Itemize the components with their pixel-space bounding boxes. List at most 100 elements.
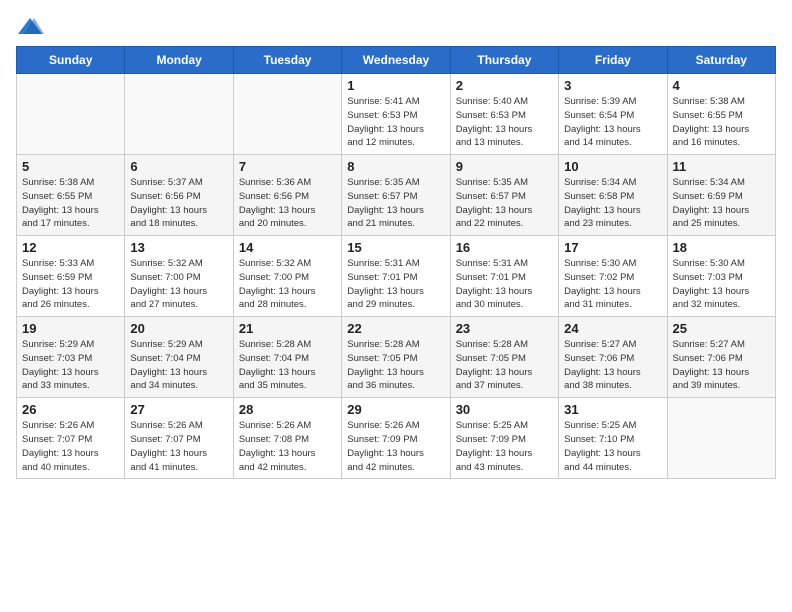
day-cell-13: 13 Sunrise: 5:32 AM Sunset: 7:00 PM Dayli… — [125, 236, 233, 317]
header-day-saturday: Saturday — [667, 47, 775, 74]
day-cell-23: 23Sunrise: 5:28 AM Sunset: 7:05 PM Dayli… — [450, 317, 558, 398]
day-info: Sunrise: 5:35 AM Sunset: 6:57 PM Dayligh… — [347, 176, 444, 231]
day-info: Sunrise: 5:37 AM Sunset: 6:56 PM Dayligh… — [130, 176, 227, 231]
day-cell-9: 9 Sunrise: 5:35 AM Sunset: 6:57 PM Daylig… — [450, 155, 558, 236]
day-cell-3: 3 Sunrise: 5:39 AM Sunset: 6:54 PM Daylig… — [559, 74, 667, 155]
day-number: 6 — [130, 159, 227, 174]
day-cell-19: 19 Sunrise: 5:29 AM Sunset: 7:03 PM Dayli… — [17, 317, 125, 398]
header-day-tuesday: Tuesday — [233, 47, 341, 74]
day-info: Sunrise: 5:38 AM Sunset: 6:55 PM Dayligh… — [673, 95, 770, 150]
day-number: 3 — [564, 78, 661, 93]
empty-cell — [17, 74, 125, 155]
week-row-2: 5Sunrise: 5:38 AM Sunset: 6:55 PM Daylig… — [17, 155, 776, 236]
week-row-5: 26 Sunrise: 5:26 AM Sunset: 7:07 PM Dayli… — [17, 398, 776, 479]
day-info: Sunrise: 5:32 AM Sunset: 7:00 PM Dayligh… — [130, 257, 227, 312]
day-info: Sunrise: 5:39 AM Sunset: 6:54 PM Dayligh… — [564, 95, 661, 150]
day-number: 7 — [239, 159, 336, 174]
day-info: Sunrise: 5:34 AM Sunset: 6:58 PM Dayligh… — [564, 176, 661, 231]
day-info: Sunrise: 5:26 AM Sunset: 7:08 PM Dayligh… — [239, 419, 336, 474]
day-cell-4: 4 Sunrise: 5:38 AM Sunset: 6:55 PM Daylig… — [667, 74, 775, 155]
day-info: Sunrise: 5:29 AM Sunset: 7:03 PM Dayligh… — [22, 338, 119, 393]
day-number: 9 — [456, 159, 553, 174]
day-number: 26 — [22, 402, 119, 417]
day-cell-20: 20 Sunrise: 5:29 AM Sunset: 7:04 PM Dayli… — [125, 317, 233, 398]
week-row-1: 1 Sunrise: 5:41 AM Sunset: 6:53 PM Daylig… — [17, 74, 776, 155]
day-info: Sunrise: 5:41 AM Sunset: 6:53 PM Dayligh… — [347, 95, 444, 150]
day-number: 17 — [564, 240, 661, 255]
day-cell-11: 11Sunrise: 5:34 AM Sunset: 6:59 PM Dayli… — [667, 155, 775, 236]
day-info: Sunrise: 5:36 AM Sunset: 6:56 PM Dayligh… — [239, 176, 336, 231]
day-number: 18 — [673, 240, 770, 255]
day-number: 8 — [347, 159, 444, 174]
calendar-table: SundayMondayTuesdayWednesdayThursdayFrid… — [16, 46, 776, 479]
day-number: 1 — [347, 78, 444, 93]
day-cell-15: 15Sunrise: 5:31 AM Sunset: 7:01 PM Dayli… — [342, 236, 450, 317]
day-number: 11 — [673, 159, 770, 174]
day-info: Sunrise: 5:25 AM Sunset: 7:10 PM Dayligh… — [564, 419, 661, 474]
day-cell-6: 6 Sunrise: 5:37 AM Sunset: 6:56 PM Daylig… — [125, 155, 233, 236]
calendar-header: SundayMondayTuesdayWednesdayThursdayFrid… — [17, 47, 776, 74]
day-cell-5: 5Sunrise: 5:38 AM Sunset: 6:55 PM Daylig… — [17, 155, 125, 236]
day-cell-28: 28 Sunrise: 5:26 AM Sunset: 7:08 PM Dayli… — [233, 398, 341, 479]
day-info: Sunrise: 5:27 AM Sunset: 7:06 PM Dayligh… — [673, 338, 770, 393]
day-number: 25 — [673, 321, 770, 336]
day-number: 24 — [564, 321, 661, 336]
day-number: 20 — [130, 321, 227, 336]
day-number: 27 — [130, 402, 227, 417]
day-cell-7: 7 Sunrise: 5:36 AM Sunset: 6:56 PM Daylig… — [233, 155, 341, 236]
day-number: 16 — [456, 240, 553, 255]
day-info: Sunrise: 5:28 AM Sunset: 7:04 PM Dayligh… — [239, 338, 336, 393]
day-info: Sunrise: 5:30 AM Sunset: 7:02 PM Dayligh… — [564, 257, 661, 312]
day-cell-22: 22Sunrise: 5:28 AM Sunset: 7:05 PM Dayli… — [342, 317, 450, 398]
week-row-4: 19 Sunrise: 5:29 AM Sunset: 7:03 PM Dayli… — [17, 317, 776, 398]
day-info: Sunrise: 5:31 AM Sunset: 7:01 PM Dayligh… — [347, 257, 444, 312]
header-day-sunday: Sunday — [17, 47, 125, 74]
day-number: 12 — [22, 240, 119, 255]
day-cell-27: 27 Sunrise: 5:26 AM Sunset: 7:07 PM Dayli… — [125, 398, 233, 479]
day-number: 19 — [22, 321, 119, 336]
day-info: Sunrise: 5:32 AM Sunset: 7:00 PM Dayligh… — [239, 257, 336, 312]
logo — [16, 16, 48, 38]
day-cell-14: 14 Sunrise: 5:32 AM Sunset: 7:00 PM Dayli… — [233, 236, 341, 317]
day-info: Sunrise: 5:33 AM Sunset: 6:59 PM Dayligh… — [22, 257, 119, 312]
day-info: Sunrise: 5:29 AM Sunset: 7:04 PM Dayligh… — [130, 338, 227, 393]
day-number: 4 — [673, 78, 770, 93]
day-number: 29 — [347, 402, 444, 417]
day-number: 28 — [239, 402, 336, 417]
day-info: Sunrise: 5:40 AM Sunset: 6:53 PM Dayligh… — [456, 95, 553, 150]
day-number: 14 — [239, 240, 336, 255]
day-info: Sunrise: 5:30 AM Sunset: 7:03 PM Dayligh… — [673, 257, 770, 312]
day-number: 2 — [456, 78, 553, 93]
day-cell-21: 21 Sunrise: 5:28 AM Sunset: 7:04 PM Dayli… — [233, 317, 341, 398]
day-info: Sunrise: 5:35 AM Sunset: 6:57 PM Dayligh… — [456, 176, 553, 231]
header-day-friday: Friday — [559, 47, 667, 74]
day-cell-8: 8 Sunrise: 5:35 AM Sunset: 6:57 PM Daylig… — [342, 155, 450, 236]
day-cell-25: 25 Sunrise: 5:27 AM Sunset: 7:06 PM Dayli… — [667, 317, 775, 398]
header-row: SundayMondayTuesdayWednesdayThursdayFrid… — [17, 47, 776, 74]
day-info: Sunrise: 5:26 AM Sunset: 7:07 PM Dayligh… — [130, 419, 227, 474]
week-row-3: 12 Sunrise: 5:33 AM Sunset: 6:59 PM Dayli… — [17, 236, 776, 317]
day-info: Sunrise: 5:38 AM Sunset: 6:55 PM Dayligh… — [22, 176, 119, 231]
day-info: Sunrise: 5:25 AM Sunset: 7:09 PM Dayligh… — [456, 419, 553, 474]
day-cell-29: 29Sunrise: 5:26 AM Sunset: 7:09 PM Dayli… — [342, 398, 450, 479]
day-number: 30 — [456, 402, 553, 417]
page-header — [16, 16, 776, 38]
header-day-thursday: Thursday — [450, 47, 558, 74]
day-number: 22 — [347, 321, 444, 336]
calendar-body: 1 Sunrise: 5:41 AM Sunset: 6:53 PM Daylig… — [17, 74, 776, 479]
day-info: Sunrise: 5:27 AM Sunset: 7:06 PM Dayligh… — [564, 338, 661, 393]
day-cell-30: 30 Sunrise: 5:25 AM Sunset: 7:09 PM Dayli… — [450, 398, 558, 479]
day-cell-2: 2 Sunrise: 5:40 AM Sunset: 6:53 PM Daylig… — [450, 74, 558, 155]
day-cell-18: 18 Sunrise: 5:30 AM Sunset: 7:03 PM Dayli… — [667, 236, 775, 317]
day-number: 13 — [130, 240, 227, 255]
logo-icon — [16, 16, 44, 38]
day-number: 31 — [564, 402, 661, 417]
day-number: 21 — [239, 321, 336, 336]
day-info: Sunrise: 5:31 AM Sunset: 7:01 PM Dayligh… — [456, 257, 553, 312]
day-info: Sunrise: 5:26 AM Sunset: 7:07 PM Dayligh… — [22, 419, 119, 474]
day-number: 23 — [456, 321, 553, 336]
header-day-wednesday: Wednesday — [342, 47, 450, 74]
header-day-monday: Monday — [125, 47, 233, 74]
empty-cell — [125, 74, 233, 155]
day-cell-24: 24 Sunrise: 5:27 AM Sunset: 7:06 PM Dayli… — [559, 317, 667, 398]
